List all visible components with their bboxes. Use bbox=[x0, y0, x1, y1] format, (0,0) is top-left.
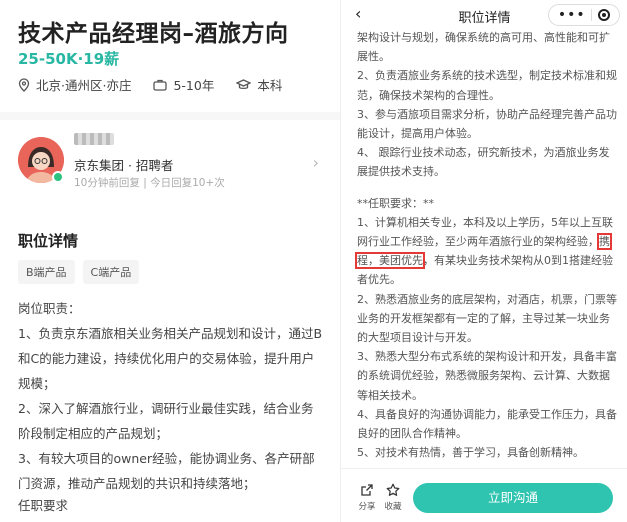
section-title: 职位详情 bbox=[18, 232, 79, 250]
job-description: 岗位职责： 1、负责京东酒旅相关业务相关产品规划和设计，通过B和C的能力建设，持… bbox=[18, 296, 323, 496]
recruiter-card[interactable]: 京东集团 · 招聘者 10分钟前回复 | 今日回复10+次 › bbox=[18, 131, 323, 191]
online-status-dot bbox=[52, 171, 64, 183]
tag: C端产品 bbox=[82, 260, 140, 284]
capsule-menu[interactable]: ••• bbox=[548, 4, 620, 26]
bottom-action-bar: 分享 收藏 立即沟通 bbox=[341, 468, 627, 522]
education-text: 本科 bbox=[257, 78, 283, 93]
close-target-icon[interactable] bbox=[598, 9, 611, 21]
description-line: 岗位职责： bbox=[18, 301, 81, 316]
highlight-box: 携 bbox=[597, 233, 612, 251]
education-meta: 本科 bbox=[236, 75, 282, 94]
location-text: 北京·通州区·亦庄 bbox=[36, 78, 132, 93]
requirement-line: 4、具备良好的沟通协调能力，能承受工作压力，具备良好的团队合作精神。 bbox=[357, 407, 617, 441]
star-icon bbox=[386, 483, 400, 496]
briefcase-icon bbox=[153, 79, 168, 91]
favorite-label: 收藏 bbox=[384, 502, 402, 512]
favorite-button[interactable]: 收藏 bbox=[379, 483, 407, 512]
detail-line: 4、 跟踪行业技术动态，研究新技术，为酒旅业务发展提供技术支持。 bbox=[357, 146, 610, 179]
job-detail-text: 架构设计与规划，确保系统的高可用、高性能和可扩展性。 2、负责酒旅业务系统的技术… bbox=[355, 28, 619, 462]
graduation-cap-icon bbox=[236, 78, 252, 89]
chevron-right-icon[interactable]: › bbox=[313, 153, 319, 172]
job-detail-right-panel: ‹ 职位详情 ••• 架构设计与规划，确保系统的高可用、高性能和可扩展性。 2、… bbox=[340, 0, 627, 522]
salary: 25-50K·19薪 bbox=[18, 50, 120, 68]
share-label: 分享 bbox=[358, 502, 376, 512]
job-title: 技术产品经理岗–酒旅方向 bbox=[18, 21, 289, 47]
requirement-line: 5、对技术有热情，善于学习，具备创新精神。 bbox=[357, 446, 584, 460]
requirement-line: 1、计算机相关专业，本科及以上学历，5年以上互联网行业工作经验，至少两年酒旅行业… bbox=[355, 213, 619, 290]
recruiter-reply-status: 10分钟前回复 | 今日回复10+次 bbox=[74, 177, 225, 189]
requirements-heading: 任职要求 bbox=[18, 498, 69, 513]
detail-line: 3、参与酒旅项目需求分析，协助产品经理完善产品功能设计，提高用户体验。 bbox=[357, 107, 617, 141]
section-divider bbox=[0, 112, 340, 120]
description-line: 3、有较大项目的owner经验，能协调业务、各产研部门资源，推动产品规划的共识和… bbox=[18, 451, 315, 491]
experience-meta: 5-10年 bbox=[153, 75, 214, 94]
location-meta: 北京·通州区·亦庄 bbox=[18, 75, 131, 94]
requirement-text: 1、计算机相关专业，本科及以上学历，5年以上互联网行业工作经验，至少两年酒旅行业… bbox=[357, 215, 613, 249]
capsule-divider bbox=[591, 9, 593, 21]
detail-line: 架构设计与规划，确保系统的高可用、高性能和可扩展性。 bbox=[357, 31, 610, 64]
requirement-line: 3、熟悉大型分布式系统的架构设计和开发，具备丰富的系统调优经验，熟悉微服务架构、… bbox=[357, 350, 617, 402]
top-nav-bar: ‹ 职位详情 ••• bbox=[341, 0, 627, 30]
detail-line: 2、负责酒旅业务系统的技术选型，制定技术标准和规范，确保技术架构的合理性。 bbox=[357, 69, 617, 102]
recruiter-company: 京东集团 · 招聘者 bbox=[74, 158, 174, 173]
share-button[interactable]: 分享 bbox=[353, 483, 381, 512]
location-pin-icon bbox=[18, 77, 30, 92]
job-meta: 北京·通州区·亦庄 5-10年 本科 bbox=[18, 75, 304, 94]
recruiter-name-blurred bbox=[74, 133, 114, 145]
share-icon bbox=[361, 484, 373, 496]
highlight-box: 程，美团优先 bbox=[355, 252, 425, 270]
description-line: 2、深入了解酒旅行业，调研行业最佳实践，结合业务阶段制定相应的产品规划； bbox=[18, 401, 314, 441]
description-line: 1、负责京东酒旅相关业务相关产品规划和设计，通过B和C的能力建设，持续优化用户的… bbox=[18, 326, 323, 391]
more-icon[interactable]: ••• bbox=[558, 8, 586, 22]
requirements-title: **任职要求：** bbox=[357, 196, 434, 210]
job-detail-left-panel: 技术产品经理岗–酒旅方向 25-50K·19薪 北京·通州区·亦庄 5-10年 … bbox=[0, 0, 340, 522]
skill-tags: B端产品 C端产品 bbox=[18, 260, 147, 284]
tag: B端产品 bbox=[18, 260, 75, 284]
chat-now-button[interactable]: 立即沟通 bbox=[413, 483, 613, 513]
requirement-line: 2、熟悉酒旅业务的底层架构，对酒店，机票，门票等业务的开发框架都有一定的了解，主… bbox=[357, 292, 617, 345]
experience-text: 5-10年 bbox=[173, 78, 215, 93]
